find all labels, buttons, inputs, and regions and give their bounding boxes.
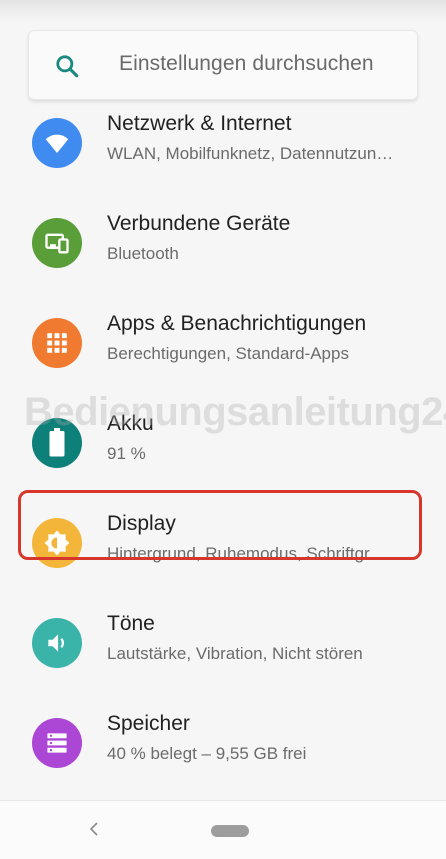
- settings-item-subtitle: Bluetooth: [107, 244, 179, 263]
- settings-item-subtitle: WLAN, Mobilfunknetz, Datennutzun…: [107, 144, 394, 163]
- settings-item-connected-devices[interactable]: Verbundene Geräte Bluetooth: [0, 195, 446, 291]
- settings-item-sound[interactable]: Töne Lautstärke, Vibration, Nicht stören: [0, 595, 446, 691]
- search-icon[interactable]: [54, 53, 80, 79]
- settings-item-subtitle: 91 %: [107, 444, 146, 463]
- settings-item-subtitle: Lautstärke, Vibration, Nicht stören: [107, 644, 363, 663]
- storage-icon: [32, 718, 82, 768]
- settings-item-title: Display: [107, 512, 176, 535]
- apps-icon: [32, 318, 82, 368]
- back-icon[interactable]: [86, 819, 102, 839]
- settings-list: Netzwerk & Internet WLAN, Mobilfunknetz,…: [0, 100, 446, 800]
- brightness-icon: [32, 518, 82, 568]
- settings-item-title: Apps & Benachrichtigungen: [107, 312, 367, 335]
- navigation-bar: [0, 800, 446, 859]
- settings-item-title: Speicher: [107, 712, 190, 735]
- settings-item-title: Töne: [107, 612, 155, 635]
- search-placeholder[interactable]: Einstellungen durchsuchen: [119, 52, 374, 76]
- battery-icon: [32, 418, 82, 468]
- settings-item-battery[interactable]: Akku 91 %: [0, 395, 446, 491]
- settings-item-apps[interactable]: Apps & Benachrichtigungen Berechtigungen…: [0, 295, 446, 391]
- settings-item-subtitle: Hintergrund, Ruhemodus, Schriftgr…: [107, 544, 387, 563]
- settings-item-network[interactable]: Netzwerk & Internet WLAN, Mobilfunknetz,…: [0, 100, 446, 191]
- wifi-icon: [32, 118, 82, 168]
- settings-item-title: Netzwerk & Internet: [107, 112, 292, 135]
- home-pill-icon[interactable]: [211, 825, 249, 837]
- settings-item-storage[interactable]: Speicher 40 % belegt – 9,55 GB frei: [0, 695, 446, 791]
- devices-icon: [32, 218, 82, 268]
- settings-item-subtitle: Berechtigungen, Standard-Apps: [107, 344, 349, 363]
- settings-item-display[interactable]: Display Hintergrund, Ruhemodus, Schriftg…: [0, 495, 446, 591]
- status-bar-fade: [0, 0, 446, 22]
- settings-item-title: Verbundene Geräte: [107, 212, 291, 235]
- search-bar[interactable]: Einstellungen durchsuchen: [28, 30, 418, 100]
- volume-icon: [32, 618, 82, 668]
- settings-item-subtitle: 40 % belegt – 9,55 GB frei: [107, 744, 307, 763]
- settings-item-title: Akku: [107, 412, 154, 435]
